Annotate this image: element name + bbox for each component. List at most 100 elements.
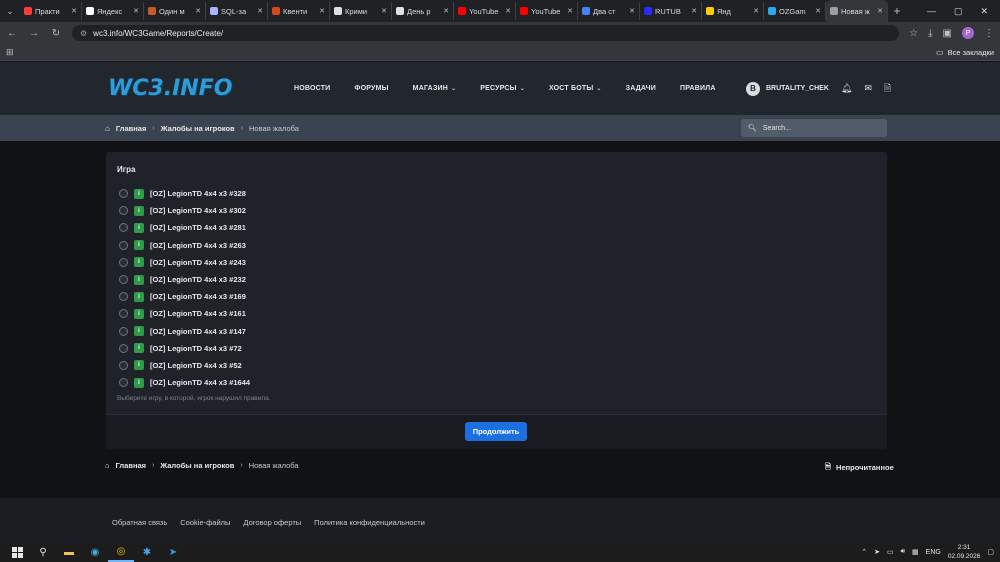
breadcrumb-section[interactable]: Жалобы на игроков: [160, 461, 234, 470]
tab-close-icon[interactable]: ✕: [71, 7, 77, 15]
tab-close-icon[interactable]: ✕: [629, 7, 635, 15]
user-avatar[interactable]: B: [746, 81, 760, 96]
breadcrumb-section[interactable]: Жалобы на игроков: [161, 124, 235, 133]
footer-link[interactable]: Cookie-файлы: [180, 518, 230, 527]
game-radio[interactable]: [119, 309, 128, 319]
browser-tab[interactable]: Два ст ✕: [578, 2, 640, 20]
tab-search-icon[interactable]: ⌄: [0, 0, 20, 22]
game-radio[interactable]: [119, 326, 128, 336]
telegram-icon[interactable]: ➤: [160, 542, 186, 562]
browser-tab[interactable]: Один м ✕: [144, 2, 206, 20]
game-radio[interactable]: [119, 378, 128, 388]
browser-tab[interactable]: День р ✕: [392, 2, 454, 20]
search-icon[interactable]: ⚲: [30, 542, 56, 562]
browser-tab[interactable]: SQL-за ✕: [206, 2, 268, 20]
game-option[interactable]: i [OZ] LegionTD 4x4 x3 #328: [119, 185, 519, 202]
tab-close-icon[interactable]: ✕: [815, 7, 821, 15]
game-option[interactable]: i [OZ] LegionTD 4x4 x3 #52: [119, 357, 519, 374]
clock[interactable]: 2:31 02.09.2026: [948, 543, 981, 561]
address-bar[interactable]: ⚙ wc3.info/WC3Game/Reports/Create/: [72, 25, 900, 41]
browser-tab[interactable]: Крими ✕: [330, 2, 392, 20]
tab-close-icon[interactable]: ✕: [319, 7, 325, 15]
document-icon[interactable]: 🗎: [884, 81, 891, 97]
breadcrumb-home[interactable]: Главная: [116, 124, 147, 133]
browser-tab[interactable]: YouTube ✕: [454, 2, 516, 20]
nav-item[interactable]: МАГАЗИН ⌄: [401, 62, 469, 115]
game-option[interactable]: i [OZ] LegionTD 4x4 x3 #302: [119, 202, 519, 219]
browser-tab[interactable]: Янд ✕: [702, 2, 764, 20]
volume-icon[interactable]: 🔊︎: [901, 548, 905, 556]
footer-link[interactable]: Политика конфиденциальности: [314, 518, 425, 527]
game-radio[interactable]: [119, 275, 128, 285]
browser-tab[interactable]: Новая ж ✕: [826, 0, 888, 22]
close-icon[interactable]: ✕: [980, 6, 988, 17]
browser-tab[interactable]: Практи ✕: [20, 2, 82, 20]
edge-icon[interactable]: ◉: [82, 542, 108, 562]
nav-item[interactable]: ФОРУМЫ: [342, 62, 400, 115]
game-radio[interactable]: [119, 257, 128, 267]
game-radio[interactable]: [119, 240, 128, 250]
unread-link[interactable]: 🗎 Непрочитанное: [825, 461, 894, 474]
telegram-tray-icon[interactable]: ➤: [874, 548, 880, 556]
game-option[interactable]: i [OZ] LegionTD 4x4 x3 #1644: [119, 374, 519, 391]
browser-menu-icon[interactable]: ⋮: [984, 28, 994, 39]
new-tab-icon[interactable]: +: [888, 4, 906, 18]
home-icon[interactable]: ⌂: [105, 124, 110, 133]
game-option[interactable]: i [OZ] LegionTD 4x4 x3 #72: [119, 340, 519, 357]
network-icon[interactable]: ▭: [887, 548, 894, 556]
windows-start-icon[interactable]: [4, 542, 30, 562]
browser-tab[interactable]: Яндекс ✕: [82, 2, 144, 20]
reload-icon[interactable]: ↻: [50, 28, 62, 39]
site-info-icon[interactable]: ⚙: [80, 29, 87, 38]
game-option[interactable]: i [OZ] LegionTD 4x4 x3 #161: [119, 305, 519, 322]
all-bookmarks-button[interactable]: ▭ Все закладки: [936, 48, 994, 57]
browser-tab[interactable]: Квенти ✕: [268, 2, 330, 20]
game-option[interactable]: i [OZ] LegionTD 4x4 x3 #243: [119, 254, 519, 271]
game-option[interactable]: i [OZ] LegionTD 4x4 x3 #147: [119, 323, 519, 340]
site-logo[interactable]: WC3.INFO: [108, 76, 232, 101]
game-radio[interactable]: [119, 292, 128, 302]
file-explorer-icon[interactable]: ▬: [56, 542, 82, 562]
tab-close-icon[interactable]: ✕: [133, 7, 139, 15]
nav-item[interactable]: РЕСУРСЫ ⌄: [468, 62, 537, 115]
notifications-icon[interactable]: ▢: [987, 548, 994, 556]
continue-button[interactable]: Продолжить: [465, 422, 527, 441]
game-option[interactable]: i [OZ] LegionTD 4x4 x3 #263: [119, 237, 519, 254]
extensions-icon[interactable]: ▣: [943, 28, 952, 39]
back-icon[interactable]: ←: [6, 28, 18, 39]
envelope-icon[interactable]: ✉: [864, 83, 872, 94]
game-option[interactable]: i [OZ] LegionTD 4x4 x3 #169: [119, 288, 519, 305]
tab-close-icon[interactable]: ✕: [691, 7, 697, 15]
username-link[interactable]: BRUTALITY_CHEK: [766, 85, 829, 92]
apps-grid-icon[interactable]: ⊞: [6, 47, 14, 58]
profile-avatar[interactable]: P: [962, 27, 974, 39]
forward-icon[interactable]: →: [28, 28, 40, 39]
tab-close-icon[interactable]: ✕: [195, 7, 201, 15]
home-icon[interactable]: ⌂: [105, 461, 110, 470]
tab-close-icon[interactable]: ✕: [381, 7, 387, 15]
nav-item[interactable]: НОВОСТИ: [282, 62, 342, 115]
game-option[interactable]: i [OZ] LegionTD 4x4 x3 #281: [119, 219, 519, 236]
breadcrumb-home[interactable]: Главная: [116, 461, 147, 470]
footer-link[interactable]: Обратная связь: [112, 518, 167, 527]
tab-close-icon[interactable]: ✕: [877, 7, 883, 15]
browser-tab[interactable]: RUTUB ✕: [640, 2, 702, 20]
chrome-icon[interactable]: ◎: [108, 542, 134, 562]
game-radio[interactable]: [119, 206, 128, 216]
browser-tab[interactable]: YouTube ✕: [516, 2, 578, 20]
nav-item[interactable]: ПРАВИЛА: [668, 62, 728, 115]
bell-icon[interactable]: 🔔︎: [841, 83, 852, 94]
minimize-icon[interactable]: —: [927, 6, 936, 17]
game-radio[interactable]: [119, 223, 128, 233]
tab-close-icon[interactable]: ✕: [505, 7, 511, 15]
downloads-icon[interactable]: ⤓: [928, 28, 932, 39]
bookmark-star-icon[interactable]: ☆: [909, 28, 918, 39]
footer-link[interactable]: Договор оферты: [243, 518, 301, 527]
game-radio[interactable]: [119, 343, 128, 353]
game-radio[interactable]: [119, 189, 128, 199]
nav-item[interactable]: ЗАДАЧИ: [614, 62, 668, 115]
tab-close-icon[interactable]: ✕: [443, 7, 449, 15]
language-indicator[interactable]: ENG: [926, 549, 941, 556]
search-input[interactable]: 🔍︎ Search...: [741, 119, 887, 137]
game-radio[interactable]: [119, 360, 128, 370]
